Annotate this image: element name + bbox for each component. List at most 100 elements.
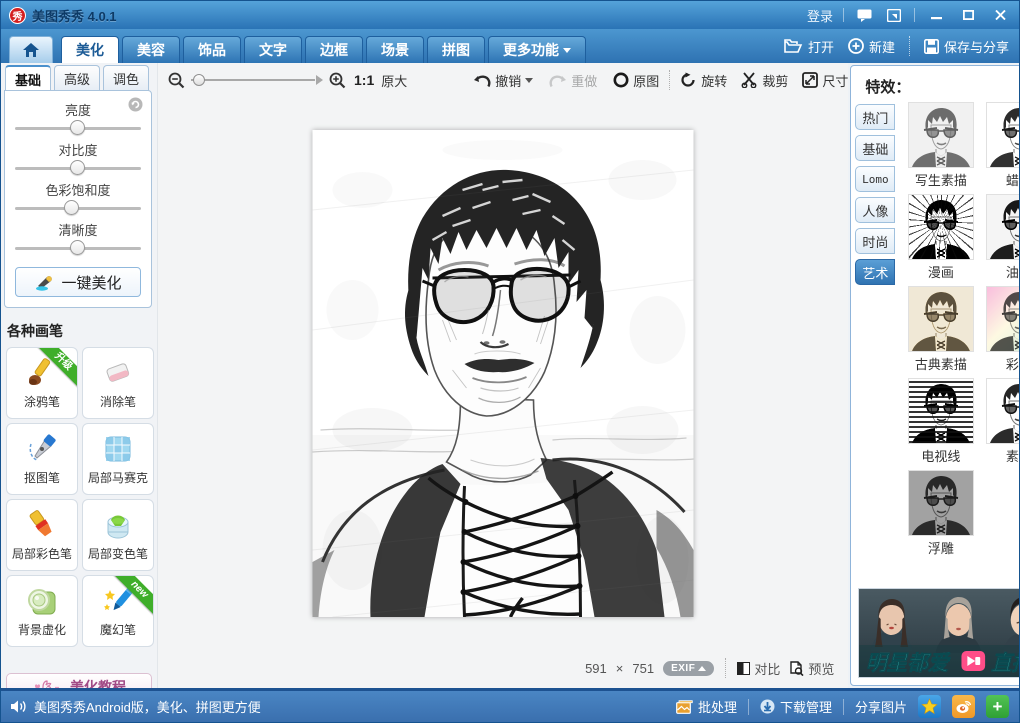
rotate-button[interactable]: 旋转: [680, 71, 727, 90]
effect-item[interactable]: 写生素描: [909, 103, 973, 190]
info-separator: [725, 658, 726, 678]
new-button[interactable]: 新建: [848, 37, 895, 56]
magic-pen-button[interactable]: new 魔幻笔: [82, 575, 154, 647]
effect-thumbnail[interactable]: [909, 287, 973, 351]
slider-handle[interactable]: [70, 240, 85, 255]
compare-button[interactable]: 对比: [737, 659, 780, 678]
erase-pen-button[interactable]: 消除笔: [82, 347, 154, 419]
brightness-slider[interactable]: [15, 120, 141, 137]
zoom-slider[interactable]: [191, 73, 323, 87]
status-separator: [843, 699, 844, 715]
crop-button[interactable]: 裁剪: [741, 71, 788, 90]
tab-color-adjust[interactable]: 调色: [103, 65, 149, 91]
doodle-pen-button[interactable]: 升级 涂鸦笔: [6, 347, 78, 419]
slider-handle[interactable]: [70, 160, 85, 175]
tab-accessories[interactable]: 饰品: [183, 36, 241, 63]
effect-thumbnail[interactable]: [909, 379, 973, 443]
ad-banner[interactable]: 明星都爱 直播: [858, 588, 1020, 678]
left-panel: 基础 高级 调色 亮度 对比度 色彩饱和度 清晰度 一键美化: [1, 63, 158, 688]
resize-button[interactable]: 尺寸: [802, 71, 848, 90]
qzone-icon[interactable]: [918, 695, 941, 718]
effect-thumbnail[interactable]: [987, 103, 1020, 167]
toolbar-separator: [669, 70, 670, 90]
effect-thumbnail[interactable]: [987, 379, 1020, 443]
tab-scene[interactable]: 场景: [366, 36, 424, 63]
background-blur-button[interactable]: 背景虚化: [6, 575, 78, 647]
effect-item[interactable]: 素描: [987, 379, 1020, 466]
compare-icon: [737, 662, 750, 675]
cutout-pen-button[interactable]: 抠图笔: [6, 423, 78, 495]
batch-process-button[interactable]: 批处理: [676, 697, 737, 716]
portrait-image[interactable]: [313, 130, 694, 617]
resize-icon: [802, 72, 818, 88]
slider-handle[interactable]: [64, 200, 79, 215]
effect-item[interactable]: 蜡笔: [987, 103, 1020, 190]
tab-collage[interactable]: 拼图: [427, 36, 485, 63]
slider-handle[interactable]: [70, 120, 85, 135]
zoom-out-button[interactable]: [168, 72, 185, 89]
effect-item[interactable]: 电视线: [909, 379, 973, 466]
redo-button: 重做: [549, 71, 597, 90]
effect-thumbnail[interactable]: [987, 195, 1020, 259]
minimize-button[interactable]: [925, 6, 947, 24]
category-lomo[interactable]: Lomo: [855, 166, 895, 192]
effects-category-tabs: 热门 基础 Lomo 人像 时尚 艺术: [855, 104, 895, 285]
folder-icon: [784, 39, 803, 53]
undo-caret-icon[interactable]: [525, 78, 533, 83]
feedback-chat-icon[interactable]: [854, 7, 874, 23]
local-color-pen-button[interactable]: 局部彩色笔: [6, 499, 78, 571]
plus-circle-icon: [848, 38, 864, 54]
login-link[interactable]: 登录: [807, 6, 833, 25]
saturation-slider[interactable]: [15, 200, 141, 217]
more-share-icon[interactable]: +: [986, 695, 1009, 718]
tab-cosmetic[interactable]: 美容: [122, 36, 180, 63]
save-share-button[interactable]: 保存与分享: [924, 37, 1009, 56]
effect-item[interactable]: 漫画: [909, 195, 973, 282]
tab-advanced-adjust[interactable]: 高级: [54, 65, 100, 91]
open-button[interactable]: 打开: [784, 37, 834, 56]
category-fashion[interactable]: 时尚: [855, 228, 895, 254]
actual-size-button[interactable]: 1:1 原大: [354, 71, 407, 90]
preview-button[interactable]: 预览: [789, 659, 834, 678]
sharpness-slider[interactable]: [15, 240, 141, 257]
close-button[interactable]: [989, 6, 1011, 24]
share-images-button[interactable]: 分享图片: [855, 697, 907, 716]
effect-item[interactable]: 油画: [987, 195, 1020, 282]
tab-more-features[interactable]: 更多功能: [488, 36, 586, 63]
view-original-button[interactable]: 原图: [613, 71, 659, 90]
weibo-icon[interactable]: [952, 695, 975, 718]
one-key-beautify-button[interactable]: 一键美化: [15, 267, 141, 297]
batch-icon: [676, 700, 693, 714]
local-recolor-pen-button[interactable]: 局部变色笔: [82, 499, 154, 571]
zoom-slider-handle[interactable]: [193, 74, 205, 86]
category-hot[interactable]: 热门: [855, 104, 895, 130]
zoom-out-icon: [168, 72, 185, 89]
effect-item[interactable]: 彩铅: [987, 287, 1020, 374]
skin-switch-icon[interactable]: [884, 7, 904, 23]
zoom-in-button[interactable]: [329, 72, 346, 89]
local-mosaic-button[interactable]: 局部马赛克: [82, 423, 154, 495]
tab-frame[interactable]: 边框: [305, 36, 363, 63]
download-manager-button[interactable]: 下载管理: [760, 697, 832, 716]
promo-text[interactable]: 美图秀秀Android版，美化、拼图更方便: [34, 697, 261, 716]
contrast-slider[interactable]: [15, 160, 141, 177]
effect-thumbnail[interactable]: [909, 195, 973, 259]
category-art[interactable]: 艺术: [855, 259, 895, 285]
maximize-button[interactable]: [957, 6, 979, 24]
reset-icon[interactable]: [128, 97, 143, 112]
effect-item[interactable]: 浮雕: [909, 471, 973, 558]
effect-thumbnail[interactable]: [909, 103, 973, 167]
home-button[interactable]: [9, 36, 53, 63]
category-portrait[interactable]: 人像: [855, 197, 895, 223]
tab-beautify[interactable]: 美化: [61, 36, 119, 63]
effect-thumbnail[interactable]: [909, 471, 973, 535]
effect-item[interactable]: 古典素描: [909, 287, 973, 374]
statusbar: 美图秀秀Android版，美化、拼图更方便 批处理 下载管理 分享图片 +: [1, 688, 1019, 722]
effect-thumbnail[interactable]: [987, 287, 1020, 351]
exif-button[interactable]: EXIF: [663, 661, 714, 676]
tab-basic-adjust[interactable]: 基础: [5, 65, 51, 91]
undo-button[interactable]: 撤销: [473, 71, 521, 90]
tab-text[interactable]: 文字: [244, 36, 302, 63]
app-window: 秀 美图秀秀 4.0.1 登录 美化: [0, 0, 1020, 723]
category-basic[interactable]: 基础: [855, 135, 895, 161]
